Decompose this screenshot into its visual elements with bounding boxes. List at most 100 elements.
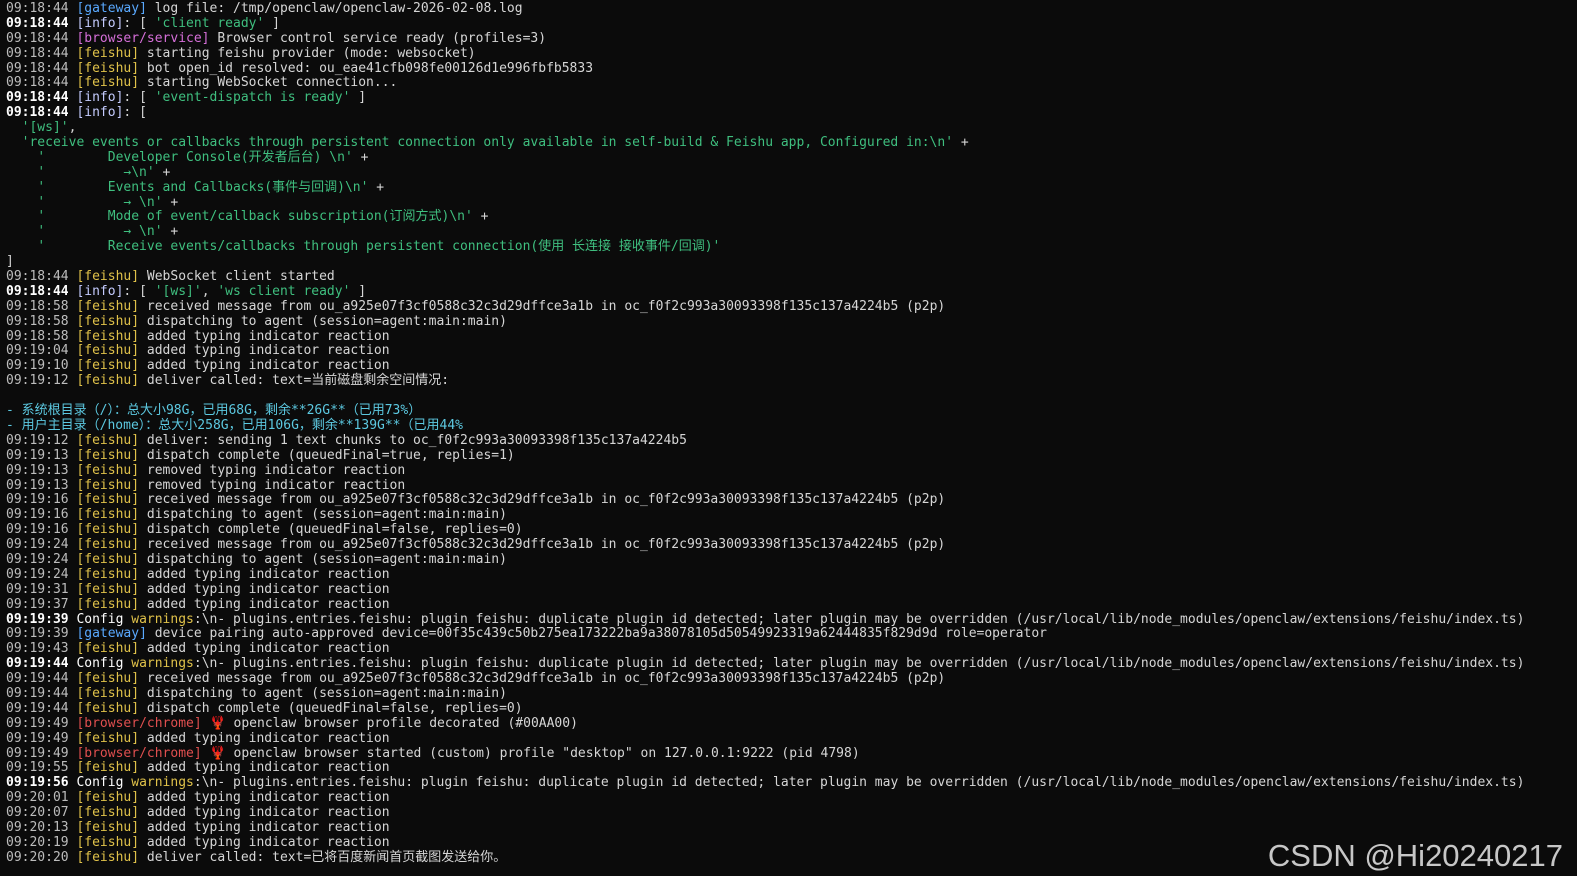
log-timestamp: 09:19:16 bbox=[6, 492, 69, 508]
log-tag: [feishu] bbox=[76, 790, 140, 806]
log-tag: [info] bbox=[76, 283, 124, 299]
log-tag: [feishu] bbox=[76, 700, 140, 716]
log-line: 09:19:39 Config warnings:\n- plugins.ent… bbox=[6, 611, 1577, 628]
log-tag: [feishu] bbox=[76, 328, 140, 344]
log-line: 09:19:24 [feishu] received message from … bbox=[6, 537, 1577, 553]
log-string: 'event-dispatch is ready' bbox=[154, 90, 351, 106]
log-message: dispatching to agent (session=agent:main… bbox=[139, 507, 507, 523]
log-line: 09:19:44 [feishu] received message from … bbox=[6, 671, 1577, 687]
log-line: 09:19:55 [feishu] added typing indicator… bbox=[6, 760, 1577, 776]
log-tag: [feishu] bbox=[76, 492, 140, 508]
log-message: ] bbox=[350, 90, 367, 106]
log-tag: [feishu] bbox=[76, 447, 140, 463]
log-message-text: - 系统根目录（/）：总大小98G，已用68G，剩余**26G**（已用73%） bbox=[6, 403, 422, 419]
log-timestamp: 09:19:49 bbox=[6, 745, 69, 761]
log-message: added typing indicator reaction bbox=[139, 328, 390, 344]
log-timestamp: 09:19:24 bbox=[6, 566, 69, 582]
log-line: 09:19:44 [feishu] dispatching to agent (… bbox=[6, 686, 1577, 702]
log-tag: [feishu] bbox=[76, 581, 140, 597]
log-timestamp: 09:19:13 bbox=[6, 462, 69, 478]
log-tag: [feishu] bbox=[76, 819, 140, 835]
log-message: dispatch complete (queuedFinal=false, re… bbox=[139, 522, 523, 538]
log-tag: Config bbox=[76, 611, 124, 627]
log-tag: [feishu] bbox=[76, 671, 140, 687]
log-raw-text bbox=[6, 180, 37, 195]
log-message: + bbox=[472, 209, 489, 225]
terminal-window[interactable]: 09:18:44 [gateway] log file: /tmp/opencl… bbox=[0, 0, 1577, 876]
log-line: 09:19:16 [feishu] dispatching to agent (… bbox=[6, 507, 1577, 523]
log-tag: [browser/chrome] bbox=[76, 715, 202, 731]
log-message: received message from ou_a925e07f3cf0588… bbox=[139, 492, 946, 508]
log-string: '[ws]' bbox=[154, 283, 202, 299]
log-message: :\n- plugins.entries.feishu: plugin feis… bbox=[193, 775, 1525, 791]
log-message: 🦞 openclaw browser profile decorated (#0… bbox=[201, 715, 578, 731]
log-message: added typing indicator reaction bbox=[139, 343, 390, 359]
log-message: received message from ou_a925e07f3cf0588… bbox=[139, 671, 946, 687]
log-line: ' Receive events/callbacks through persi… bbox=[6, 239, 1577, 255]
log-message: device pairing auto-approved device=00f3… bbox=[146, 626, 1047, 642]
log-timestamp: 09:18:58 bbox=[6, 313, 69, 329]
log-message: , bbox=[201, 283, 218, 299]
log-timestamp: 09:19:49 bbox=[6, 715, 69, 731]
log-message: added typing indicator reaction bbox=[139, 581, 390, 597]
log-message: ] bbox=[350, 283, 367, 299]
log-tag: [browser/chrome] bbox=[76, 745, 202, 761]
log-timestamp: 09:19:13 bbox=[6, 447, 69, 463]
log-output: 09:18:44 [gateway] log file: /tmp/opencl… bbox=[6, 1, 1577, 866]
log-tag: [feishu] bbox=[76, 760, 140, 776]
log-timestamp: 09:19:56 bbox=[6, 775, 69, 791]
log-message: added typing indicator reaction bbox=[139, 730, 390, 746]
log-timestamp: 09:19:44 bbox=[6, 700, 69, 716]
log-string: ' Developer Console(开发者后台) \n' bbox=[37, 149, 353, 165]
log-timestamp: 09:19:16 bbox=[6, 507, 69, 523]
log-tag: [feishu] bbox=[76, 805, 140, 821]
log-message: : [ bbox=[123, 90, 155, 106]
log-tag: [feishu] bbox=[76, 551, 140, 567]
log-message: deliver: sending 1 text chunks to oc_f0f… bbox=[139, 432, 687, 448]
log-line: 09:20:07 [feishu] added typing indicator… bbox=[6, 805, 1577, 821]
log-message-text: - 用户主目录（/home）：总大小258G，已用106G，剩余**139G**… bbox=[6, 417, 463, 433]
log-message: deliver called: text=当前磁盘剩余空间情况: bbox=[139, 373, 450, 389]
log-raw-text bbox=[6, 150, 37, 165]
log-tag: [feishu] bbox=[76, 432, 140, 448]
log-raw-text bbox=[6, 224, 37, 239]
log-timestamp: 09:18:44 bbox=[6, 90, 69, 106]
log-timestamp: 09:19:04 bbox=[6, 343, 69, 359]
log-tag: [gateway] bbox=[76, 1, 147, 16]
log-string: ' Mode of event/callback subscription(订阅… bbox=[37, 209, 473, 225]
log-tag: [browser/service] bbox=[76, 30, 210, 46]
log-tag: [info] bbox=[76, 105, 124, 121]
log-message: :\n- plugins.entries.feishu: plugin feis… bbox=[193, 656, 1525, 672]
log-tag: [feishu] bbox=[76, 343, 140, 359]
log-message: received message from ou_a925e07f3cf0588… bbox=[139, 537, 946, 553]
log-line: 09:18:44 [browser/service] Browser contr… bbox=[6, 30, 1577, 47]
log-string: ' Events and Callbacks(事件与回调)\n' bbox=[37, 179, 369, 195]
log-line: 09:18:44 [info]: [ 'client ready' ] bbox=[6, 15, 1577, 32]
log-tag: [feishu] bbox=[76, 462, 140, 478]
log-warning-label: warnings bbox=[131, 775, 194, 791]
log-tag: Config bbox=[76, 775, 124, 791]
log-timestamp: 09:18:44 bbox=[6, 30, 69, 46]
log-timestamp: 09:19:10 bbox=[6, 358, 69, 374]
log-message: : [ bbox=[123, 15, 155, 31]
log-line: 09:19:43 [feishu] added typing indicator… bbox=[6, 641, 1577, 657]
log-tag: [feishu] bbox=[76, 849, 140, 865]
log-message: added typing indicator reaction bbox=[139, 760, 390, 776]
log-message: removed typing indicator reaction bbox=[139, 462, 406, 478]
log-tag: [feishu] bbox=[76, 358, 140, 374]
log-message: starting feishu provider (mode: websocke… bbox=[139, 45, 476, 61]
log-tag: [info] bbox=[76, 15, 124, 31]
log-tag: [feishu] bbox=[76, 730, 140, 746]
log-line: 09:18:58 [feishu] added typing indicator… bbox=[6, 328, 1577, 345]
log-timestamp: 09:19:12 bbox=[6, 432, 69, 448]
log-message: , bbox=[68, 120, 77, 136]
log-message: added typing indicator reaction bbox=[139, 819, 390, 835]
log-line: ] bbox=[6, 254, 1577, 270]
log-line: 09:19:37 [feishu] added typing indicator… bbox=[6, 597, 1577, 613]
log-tag: Config bbox=[76, 656, 124, 672]
log-tag: [feishu] bbox=[76, 834, 140, 850]
log-line: 09:19:13 [feishu] removed typing indicat… bbox=[6, 478, 1577, 494]
log-timestamp: 09:20:13 bbox=[6, 819, 69, 835]
log-message: + bbox=[352, 149, 369, 165]
